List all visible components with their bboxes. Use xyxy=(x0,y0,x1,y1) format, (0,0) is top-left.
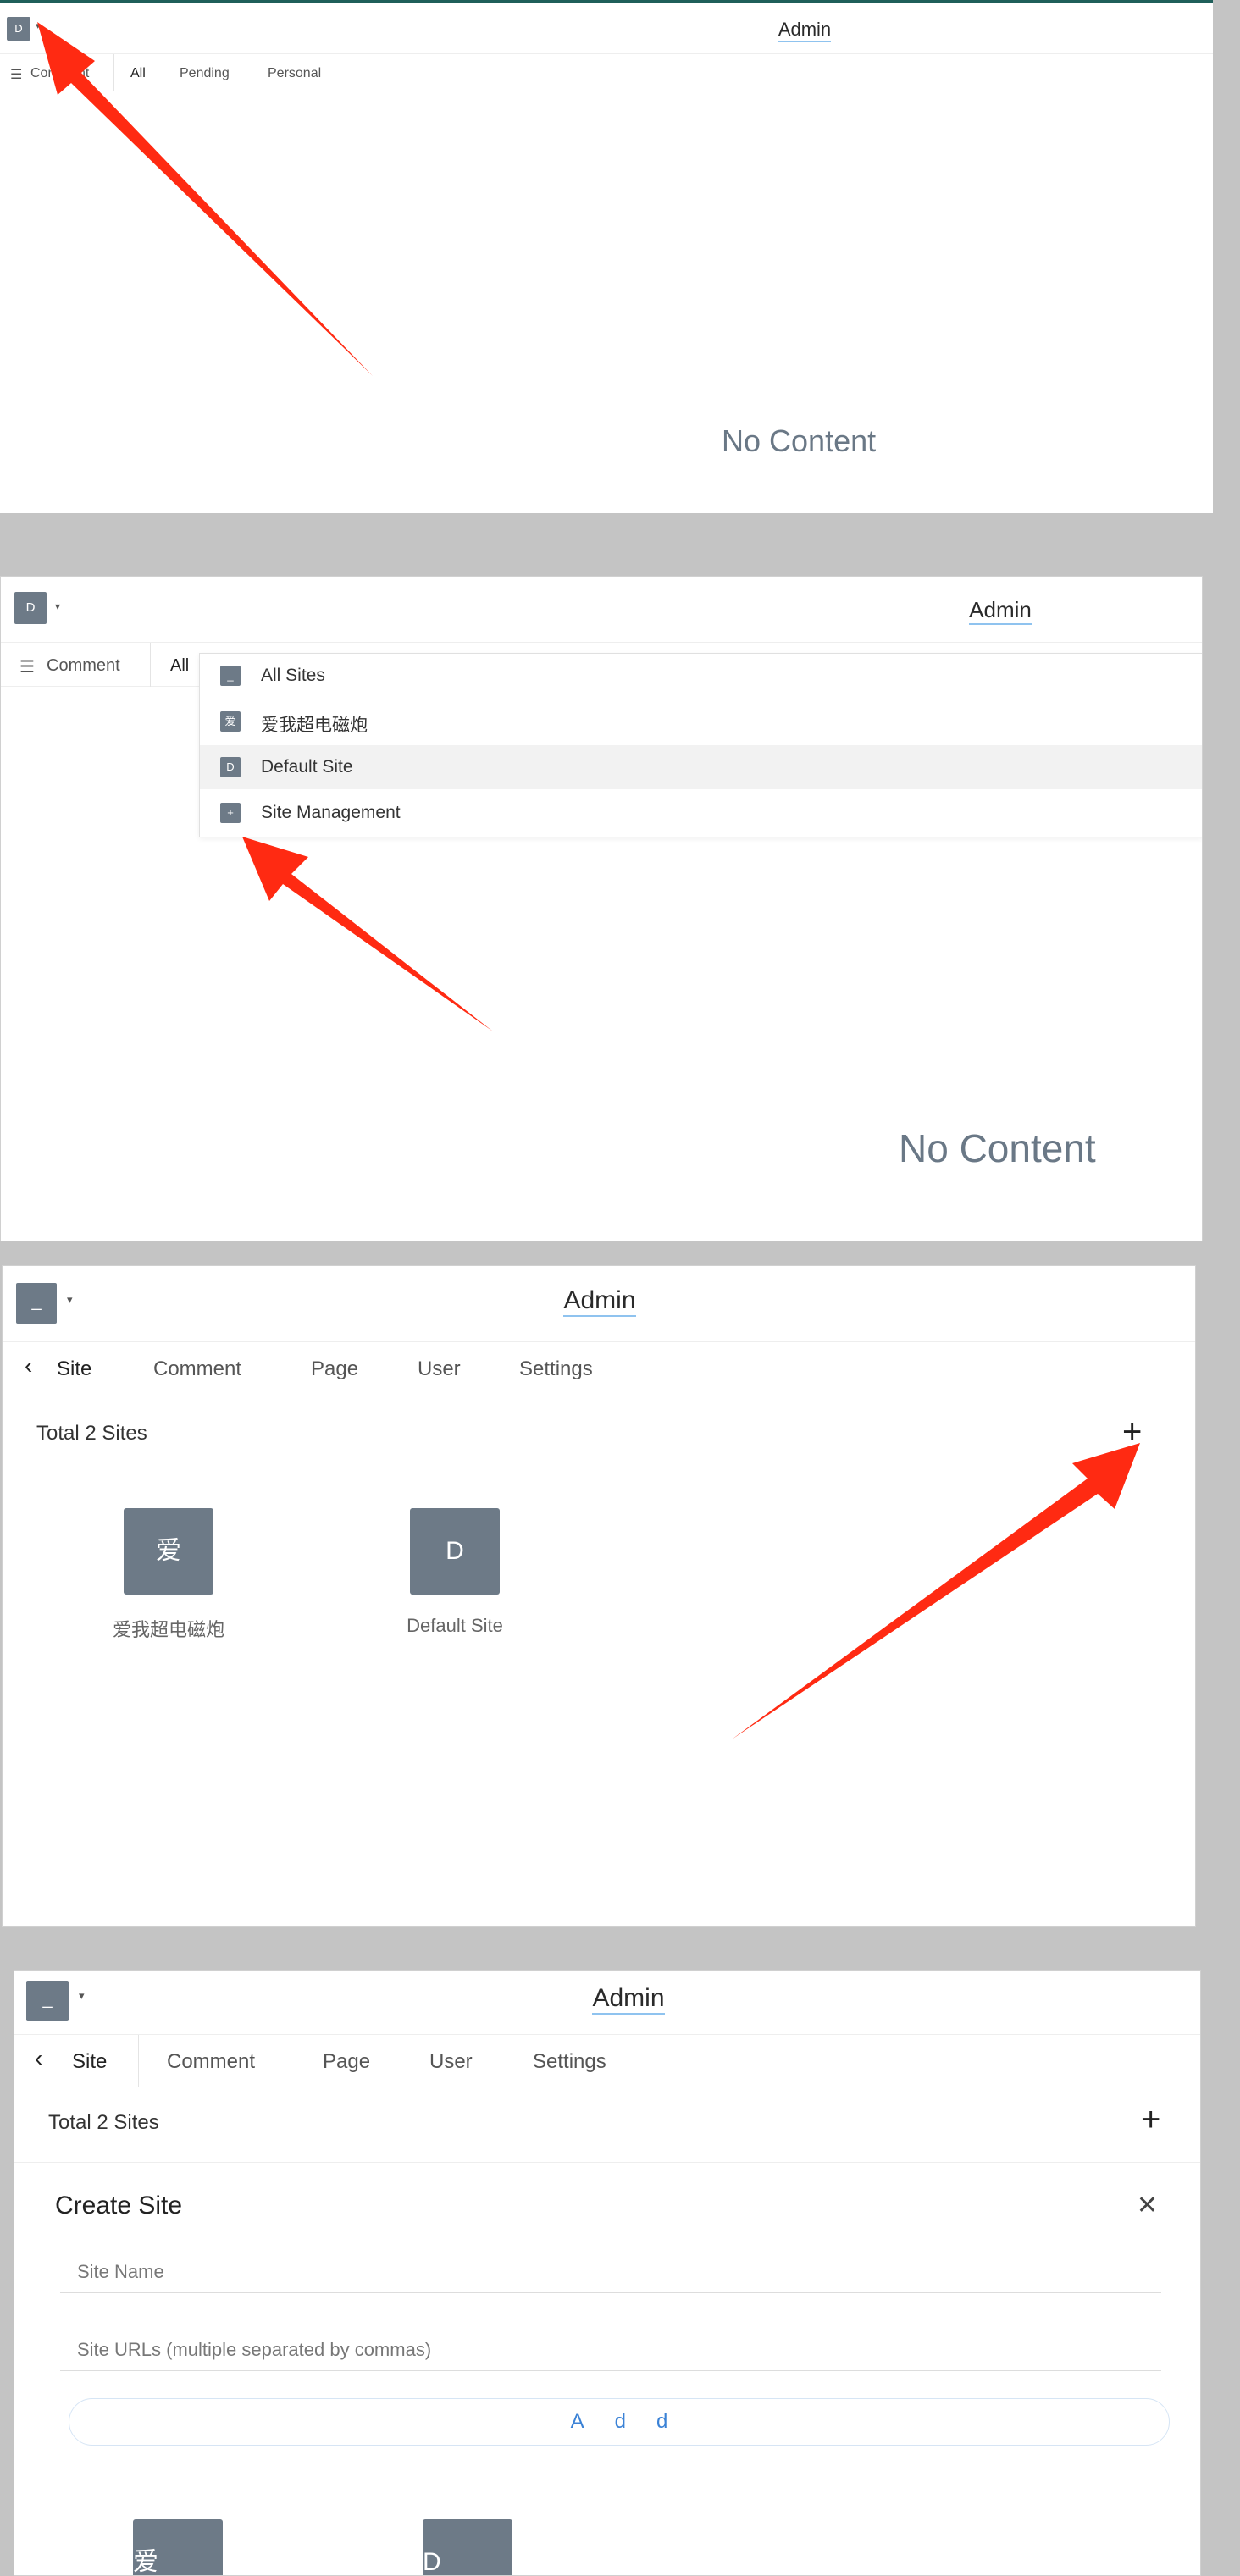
tab-all[interactable]: All xyxy=(130,66,146,81)
site-name-input[interactable] xyxy=(60,2251,1161,2293)
add-site-icon[interactable]: + xyxy=(1141,2103,1160,2137)
caret-down-icon[interactable]: ▾ xyxy=(67,1293,73,1307)
top-header: D ▾ Admin xyxy=(1,577,1202,643)
site-icon: 爱 xyxy=(220,711,241,732)
empty-state: No Content xyxy=(722,423,877,458)
page-title: Admin xyxy=(703,19,906,42)
dropdown-item-site-1[interactable]: 爱 爱我超电磁炮 xyxy=(200,699,1202,744)
admin-label: Admin xyxy=(969,597,1032,625)
screen-4: _ ▾ Admin ‹ Site Comment Page User Setti… xyxy=(14,1970,1201,2576)
page-title: Admin xyxy=(916,597,1085,625)
site-switcher-button[interactable]: _ xyxy=(26,1981,69,2021)
site-card[interactable]: D Default Site xyxy=(353,1508,556,1637)
create-site-form: Create Site ✕ Add xyxy=(14,2162,1200,2446)
caret-down-icon[interactable]: ▾ xyxy=(79,1989,85,2003)
dropdown-item-label: 爱我超电磁炮 xyxy=(261,716,368,735)
add-site-icon[interactable]: + xyxy=(1122,1415,1142,1449)
site-switcher-button[interactable]: D xyxy=(7,17,30,41)
caret-down-icon[interactable]: ▾ xyxy=(36,20,41,31)
tab-bar: ‹ Site Comment Page User Settings xyxy=(14,2035,1200,2087)
tab-comment[interactable]: Comment xyxy=(167,2050,255,2074)
dropdown-item-label: Site Management xyxy=(261,803,401,822)
admin-label: Admin xyxy=(778,19,832,42)
site-name: Default Site xyxy=(407,1615,503,1636)
tab-pending[interactable]: Pending xyxy=(180,66,230,81)
site-switcher-button[interactable]: D xyxy=(14,592,47,624)
tab-site[interactable]: Site xyxy=(72,2050,107,2074)
tab-bar: ‹ Site Comment Page User Settings xyxy=(3,1342,1195,1396)
empty-state: No Content xyxy=(899,1126,1096,1170)
back-icon[interactable]: ‹ xyxy=(35,2045,42,2072)
menu-icon[interactable]: ☰ xyxy=(10,66,22,83)
tab-page[interactable]: Page xyxy=(311,1357,358,1381)
site-icon: D xyxy=(220,757,241,777)
tab-bar: ☰ Comment All Pending Personal xyxy=(0,54,1213,91)
site-urls-input[interactable] xyxy=(60,2329,1161,2371)
dropdown-item-site-management[interactable]: + Site Management xyxy=(200,791,1202,835)
site-icon: _ xyxy=(220,666,241,686)
plus-icon: + xyxy=(220,803,241,823)
site-dropdown: _ All Sites 爱 爱我超电磁炮 D Default Site + Si… xyxy=(199,653,1202,837)
close-icon[interactable]: ✕ xyxy=(1137,2193,1158,2219)
form-title: Create Site xyxy=(55,2192,183,2219)
tab-user[interactable]: User xyxy=(418,1357,461,1381)
page-title: Admin xyxy=(489,1984,768,2015)
tab-comment[interactable]: Comment xyxy=(30,66,89,81)
top-header: _ ▾ Admin xyxy=(3,1266,1195,1342)
site-name: 爱我超电磁炮 xyxy=(112,1619,224,1640)
dropdown-item-label: All Sites xyxy=(261,666,325,685)
divider xyxy=(138,2035,139,2087)
dropdown-item-label: Default Site xyxy=(261,757,353,777)
tab-all[interactable]: All xyxy=(170,656,189,676)
admin-label: Admin xyxy=(563,1286,636,1317)
tab-settings[interactable]: Settings xyxy=(519,1357,593,1381)
screen-3: _ ▾ Admin ‹ Site Comment Page User Setti… xyxy=(2,1265,1196,1927)
admin-label: Admin xyxy=(592,1984,665,2015)
tab-comment[interactable]: Comment xyxy=(153,1357,241,1381)
add-button[interactable]: Add xyxy=(69,2398,1170,2446)
back-icon[interactable]: ‹ xyxy=(25,1352,32,1379)
site-switcher-button[interactable]: _ xyxy=(16,1283,57,1324)
tab-page[interactable]: Page xyxy=(323,2050,370,2074)
screen-1: D ▾ Admin ☰ Comment All Pending Personal… xyxy=(0,0,1213,513)
divider xyxy=(113,54,114,91)
menu-icon[interactable]: ☰ xyxy=(19,656,35,677)
caret-down-icon[interactable]: ▾ xyxy=(55,600,60,612)
site-tile: 爱 xyxy=(124,1508,213,1595)
site-count: Total 2 Sites xyxy=(36,1422,147,1445)
site-tile[interactable]: 爱 xyxy=(133,2519,223,2575)
page-title: Admin xyxy=(477,1286,722,1317)
tab-site[interactable]: Site xyxy=(57,1357,91,1381)
tab-settings[interactable]: Settings xyxy=(533,2050,606,2074)
top-header: _ ▾ Admin xyxy=(14,1971,1200,2035)
site-tile[interactable]: D xyxy=(423,2519,512,2575)
tab-user[interactable]: User xyxy=(429,2050,473,2074)
site-tile: D xyxy=(410,1508,500,1595)
divider xyxy=(150,643,151,687)
dropdown-item-default-site[interactable]: D Default Site xyxy=(200,745,1202,789)
site-card[interactable]: 爱 爱我超电磁炮 xyxy=(67,1508,270,1642)
site-count: Total 2 Sites xyxy=(48,2111,159,2134)
tab-personal[interactable]: Personal xyxy=(268,66,321,81)
top-header: D ▾ Admin xyxy=(0,3,1213,54)
screen-2: D ▾ Admin ☰ Comment All _ All Sites 爱 爱我… xyxy=(0,576,1203,1241)
tab-comment[interactable]: Comment xyxy=(47,656,120,676)
dropdown-item-all-sites[interactable]: _ All Sites xyxy=(200,654,1202,698)
